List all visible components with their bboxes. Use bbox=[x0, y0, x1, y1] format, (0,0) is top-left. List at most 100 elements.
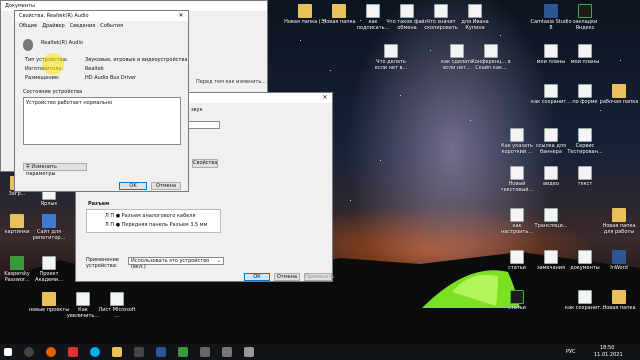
kaspersky-icon bbox=[10, 256, 24, 270]
doc-icon bbox=[544, 44, 558, 58]
desktop-icon[interactable]: Трансляци... bbox=[530, 208, 572, 229]
doc-icon bbox=[450, 44, 464, 58]
device-name: Realtek(R) Audio bbox=[41, 40, 83, 46]
speaker-icon bbox=[23, 39, 33, 51]
doc-icon bbox=[544, 128, 558, 142]
desktop-icon[interactable]: Новая папка для работы bbox=[598, 208, 640, 235]
tab-driver[interactable]: Драйвер bbox=[42, 23, 65, 29]
doc-icon bbox=[578, 128, 592, 142]
desktop-icon[interactable]: закладки Яндекс bbox=[564, 4, 606, 31]
folder-icon bbox=[332, 4, 346, 18]
jack-row: Л П ● Передняя панель Разъем 3.5 мм bbox=[105, 222, 208, 228]
folder-icon bbox=[612, 290, 626, 304]
sound-header-text: Перед тем как изменить... bbox=[196, 79, 267, 85]
search-icon[interactable] bbox=[24, 347, 34, 357]
firefox-icon[interactable] bbox=[46, 347, 56, 357]
jack-dot-icon: ● bbox=[115, 222, 121, 228]
doc-icon bbox=[578, 250, 592, 264]
desktop-icon[interactable]: Сервис Тестирован... bbox=[564, 128, 606, 155]
word-taskbar-icon[interactable] bbox=[156, 347, 166, 357]
opera-icon[interactable] bbox=[68, 347, 78, 357]
app-icon bbox=[578, 4, 592, 18]
desktop-icon[interactable]: InWord bbox=[598, 250, 640, 271]
jack-dot-icon: ● bbox=[115, 213, 121, 219]
status-textbox[interactable]: Устройство работает нормально bbox=[23, 97, 181, 145]
desktop-icon[interactable]: мои планы bbox=[564, 44, 606, 65]
desktop-icon[interactable]: Лист Microsoft ... bbox=[96, 292, 138, 319]
sound-cancel-button[interactable]: Отмена bbox=[274, 273, 300, 281]
doc-icon bbox=[366, 4, 380, 18]
doc-icon bbox=[544, 208, 558, 222]
manufacturer-value: Realtek bbox=[85, 66, 104, 72]
app-icon bbox=[510, 290, 524, 304]
desktop-icon[interactable]: статьи bbox=[496, 290, 538, 311]
tab-details[interactable]: Сведения bbox=[70, 23, 96, 29]
doc-icon bbox=[42, 256, 56, 270]
cursor-highlight bbox=[42, 53, 64, 75]
jack-group-label: Разъем bbox=[88, 201, 110, 207]
desktop-icon[interactable]: Конференц... в Скайп как... bbox=[470, 44, 512, 71]
skype-icon[interactable] bbox=[90, 347, 100, 357]
folder-icon bbox=[298, 4, 312, 18]
start-windows-icon[interactable] bbox=[4, 348, 12, 356]
usage-select[interactable]: Использовать это устройство (вкл.) ⌄ bbox=[128, 257, 224, 270]
usage-label: Применение устройства: bbox=[86, 257, 119, 269]
desktop-icon[interactable]: Сайт для репетитор... bbox=[28, 214, 70, 241]
taskbar: РУС 18:50 11.01.2021 bbox=[0, 344, 640, 360]
doc-icon bbox=[434, 4, 448, 18]
clock-date[interactable]: 11.01.2021 bbox=[594, 352, 623, 358]
location-label: Размещение: bbox=[25, 75, 60, 81]
camtasia-icon[interactable] bbox=[178, 347, 188, 357]
jack-row: Л П ● Разъем аналогового кабеля bbox=[105, 213, 196, 219]
device-manager-icon[interactable] bbox=[244, 347, 254, 357]
close-icon[interactable]: ✕ bbox=[318, 93, 332, 103]
doc-icon bbox=[468, 4, 482, 18]
jack-info-box: Л П ● Разъем аналогового кабеля Л П ● Пе… bbox=[86, 209, 221, 233]
tab-events[interactable]: События bbox=[100, 23, 123, 29]
doc-icon bbox=[400, 4, 414, 18]
sound-ok-button[interactable]: ОК bbox=[244, 273, 270, 281]
desktop-icon[interactable]: Новая папка bbox=[598, 290, 640, 311]
web-icon bbox=[42, 214, 56, 228]
device-type-value: Звуковые, игровые и видеоустройства bbox=[85, 57, 188, 63]
app-taskbar-icon[interactable] bbox=[200, 347, 210, 357]
doc-icon bbox=[578, 166, 592, 180]
doc-icon bbox=[544, 166, 558, 180]
word-icon bbox=[612, 250, 626, 264]
doc-icon bbox=[510, 208, 524, 222]
properties-button[interactable]: Свойства bbox=[192, 159, 218, 168]
settings-icon[interactable] bbox=[134, 347, 144, 357]
desktop-icon[interactable]: для Ивана Купина bbox=[454, 4, 496, 31]
close-icon[interactable]: ✕ bbox=[174, 11, 188, 21]
desktop-icon[interactable]: рабочая папка bbox=[598, 84, 640, 105]
doc-icon bbox=[578, 84, 592, 98]
word-icon bbox=[544, 4, 558, 18]
tab-bar: Общие Драйвер Сведения События bbox=[15, 21, 188, 31]
device-name-field[interactable] bbox=[186, 121, 220, 129]
desktop-icon[interactable]: Проект Академи... bbox=[28, 256, 70, 283]
doc-icon bbox=[384, 44, 398, 58]
clock-time[interactable]: 18:50 bbox=[600, 345, 614, 351]
desktop-icon[interactable]: Что делать если нет в... bbox=[370, 44, 412, 71]
language-indicator[interactable]: РУС bbox=[566, 349, 576, 355]
cancel-button[interactable]: Отмена bbox=[151, 182, 181, 190]
location-value: HD Audio Bus Driver bbox=[85, 75, 137, 81]
device-properties-window: Свойства: Realtek(R) Audio ✕ Общие Драйв… bbox=[14, 10, 189, 192]
doc-icon bbox=[578, 290, 592, 304]
sound-section-label: звук bbox=[191, 107, 203, 113]
desktop-icon[interactable]: текст bbox=[564, 166, 606, 187]
doc-icon bbox=[510, 166, 524, 180]
folder-icon bbox=[612, 208, 626, 222]
apply-button[interactable]: Применить bbox=[304, 273, 334, 281]
shield-icon: ⛨ bbox=[26, 164, 30, 170]
doc-icon bbox=[510, 128, 524, 142]
gear-icon[interactable] bbox=[222, 347, 232, 357]
doc-icon bbox=[110, 292, 124, 306]
doc-icon bbox=[484, 44, 498, 58]
file-explorer-icon[interactable] bbox=[112, 347, 122, 357]
tab-general[interactable]: Общие bbox=[19, 23, 37, 29]
doc-icon bbox=[544, 250, 558, 264]
device-properties-titlebar[interactable]: Свойства: Realtek(R) Audio ✕ bbox=[15, 11, 188, 21]
ok-button[interactable]: OK bbox=[119, 182, 147, 190]
change-settings-button[interactable]: ⛨ Изменить параметры bbox=[23, 163, 87, 177]
